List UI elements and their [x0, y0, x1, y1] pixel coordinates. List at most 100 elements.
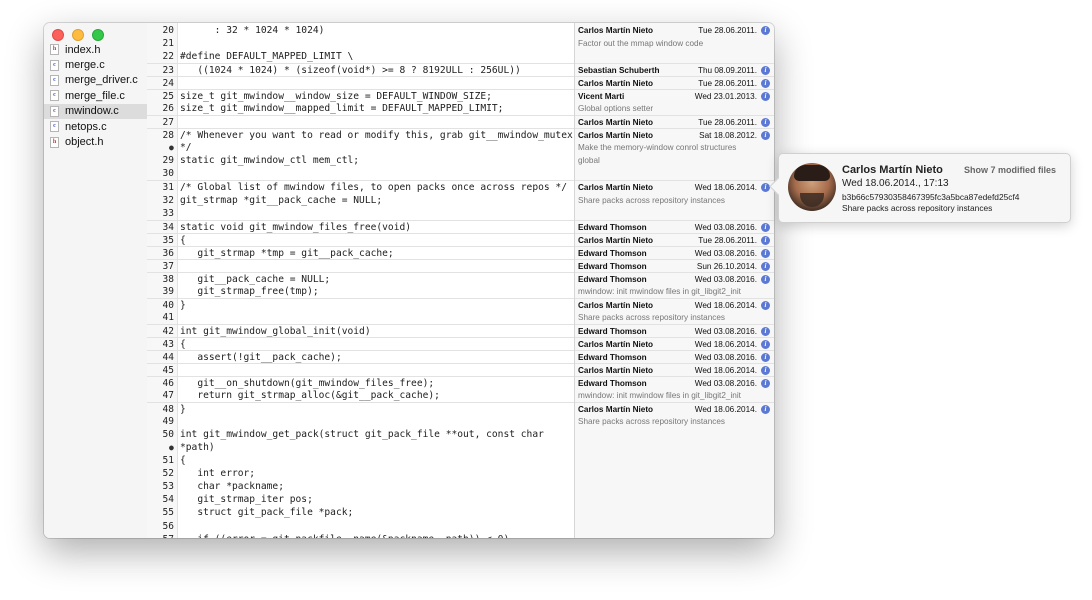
- line-number: 57: [163, 533, 174, 538]
- code-line-text: int git_mwindow_global_init(void): [180, 325, 371, 337]
- sidebar-file-item[interactable]: h object.h: [44, 134, 147, 149]
- info-icon[interactable]: i: [761, 222, 770, 232]
- code-line[interactable]: #define DEFAULT_MAPPED_LIMIT \: [178, 50, 574, 63]
- info-icon[interactable]: i: [761, 248, 770, 258]
- info-icon[interactable]: i: [761, 326, 770, 336]
- code-line[interactable]: [178, 415, 574, 428]
- code-line[interactable]: [178, 167, 574, 180]
- info-icon[interactable]: i: [761, 235, 770, 245]
- code-line[interactable]: {: [178, 232, 574, 247]
- code-line-text: {: [180, 338, 186, 350]
- info-icon[interactable]: i: [761, 353, 770, 362]
- code-line[interactable]: *path): [178, 441, 574, 454]
- code-editor[interactable]: : 32 * 1024 * 1024) #define DEFAULT_MAPPE…: [178, 23, 574, 538]
- info-icon[interactable]: i: [761, 183, 770, 193]
- code-line[interactable]: [178, 76, 574, 90]
- info-icon[interactable]: i: [761, 261, 770, 271]
- info-icon[interactable]: i: [761, 92, 770, 102]
- minimize-button[interactable]: [72, 29, 84, 41]
- code-line[interactable]: return git_strmap_alloc(&git__pack_cache…: [178, 389, 574, 402]
- blame-entry[interactable]: Carlos Martín Nieto Tue 28.06.2011. i: [575, 232, 774, 247]
- sidebar-file-label: merge_driver.c: [65, 74, 138, 87]
- code-line[interactable]: }: [178, 402, 574, 416]
- code-line[interactable]: [178, 207, 574, 220]
- info-icon[interactable]: i: [761, 26, 770, 35]
- blame-entry[interactable]: Edward Thomson Wed 03.08.2016. i: [575, 323, 774, 338]
- info-icon[interactable]: i: [761, 366, 770, 376]
- code-line[interactable]: : 32 * 1024 * 1024): [178, 24, 574, 37]
- code-line[interactable]: if ((error = git_packfile__name(&packnam…: [178, 533, 574, 538]
- code-line-text: */: [180, 142, 192, 154]
- sidebar-file-item[interactable]: h index.h: [44, 42, 147, 57]
- blame-entry[interactable]: Carlos Martín Nieto Wed 18.06.2014. i: [575, 180, 774, 194]
- code-line[interactable]: git_strmap *tmp = git__pack_cache;: [178, 245, 574, 260]
- show-modified-files-link[interactable]: Show 7 modified files: [964, 165, 1056, 175]
- code-line[interactable]: static git_mwindow_ctl mem_ctl;: [178, 154, 574, 167]
- info-icon[interactable]: i: [761, 379, 770, 389]
- code-line-text: {: [180, 234, 186, 246]
- code-line[interactable]: static void git_mwindow_files_free(void): [178, 219, 574, 234]
- code-line[interactable]: int git_mwindow_get_pack(struct git_pack…: [178, 428, 574, 441]
- blame-entry[interactable]: Edward Thomson Wed 03.08.2016. i: [575, 376, 774, 390]
- info-icon[interactable]: i: [761, 339, 770, 349]
- sidebar-file-item[interactable]: c mwindow.c: [44, 103, 147, 119]
- info-icon[interactable]: i: [761, 79, 770, 89]
- gutter-row: 23: [147, 63, 177, 77]
- code-line[interactable]: int error;: [178, 467, 574, 480]
- sidebar-file-item[interactable]: c netops.c: [44, 119, 147, 134]
- code-line[interactable]: [178, 311, 574, 324]
- code-line[interactable]: {: [178, 454, 574, 467]
- code-line[interactable]: [178, 520, 574, 533]
- info-icon[interactable]: i: [761, 131, 770, 141]
- blame-entry[interactable]: Carlos Martín Nieto Tue 28.06.2011. i: [575, 24, 774, 37]
- code-line[interactable]: {: [178, 336, 574, 351]
- close-button[interactable]: [52, 29, 64, 41]
- blame-entry[interactable]: Edward Thomson Wed 03.08.2016. i: [575, 271, 774, 286]
- code-line[interactable]: int git_mwindow_global_init(void): [178, 323, 574, 338]
- info-icon[interactable]: i: [761, 118, 770, 128]
- blame-message-row: Factor out the mmap window code: [575, 37, 774, 50]
- code-line[interactable]: }: [178, 297, 574, 312]
- code-line[interactable]: char *packname;: [178, 480, 574, 493]
- code-line[interactable]: size_t git_mwindow__mapped_limit = DEFAU…: [178, 102, 574, 115]
- sidebar-file-item[interactable]: c merge_driver.c: [44, 73, 147, 88]
- code-line[interactable]: /* Global list of mwindow files, to open…: [178, 180, 574, 194]
- code-line[interactable]: /* Whenever you want to read or modify t…: [178, 128, 574, 142]
- code-line[interactable]: ((1024 * 1024) * (sizeof(void*) >= 8 ? 8…: [178, 63, 574, 77]
- line-number: 41: [162, 311, 174, 323]
- code-line[interactable]: [178, 115, 574, 129]
- info-icon[interactable]: i: [761, 405, 770, 415]
- code-line[interactable]: [178, 363, 574, 377]
- blame-entry[interactable]: Carlos Martín Nieto Sat 18.08.2012. i: [575, 128, 774, 142]
- sidebar-file-item[interactable]: c merge_file.c: [44, 88, 147, 103]
- blame-entry[interactable]: Edward Thomson Wed 03.08.2016. i: [575, 245, 774, 260]
- code-line[interactable]: git_strmap_iter pos;: [178, 493, 574, 506]
- info-icon[interactable]: i: [761, 274, 770, 284]
- blame-entry[interactable]: Carlos Martín Nieto Tue 28.06.2011. i: [575, 76, 774, 90]
- info-icon[interactable]: i: [761, 66, 770, 76]
- code-line[interactable]: git__pack_cache = NULL;: [178, 271, 574, 286]
- code-line[interactable]: git__on_shutdown(git_mwindow_files_free)…: [178, 376, 574, 390]
- code-line[interactable]: size_t git_mwindow__window_size = DEFAUL…: [178, 89, 574, 103]
- code-line[interactable]: git_strmap *git__pack_cache = NULL;: [178, 194, 574, 207]
- blame-entry[interactable]: Carlos Martín Nieto Tue 28.06.2011. i: [575, 115, 774, 129]
- code-line[interactable]: */: [178, 141, 574, 154]
- info-icon[interactable]: i: [761, 300, 770, 310]
- blame-entry[interactable]: Carlos Martín Nieto Wed 18.06.2014. i: [575, 336, 774, 351]
- code-line[interactable]: [178, 37, 574, 50]
- blame-entry[interactable]: Sebastian Schuberth Thu 08.09.2011. i: [575, 63, 774, 77]
- blame-author: Sebastian Schuberth: [578, 66, 660, 76]
- zoom-button[interactable]: [92, 29, 104, 41]
- code-line[interactable]: struct git_pack_file *pack;: [178, 506, 574, 519]
- blame-entry[interactable]: Edward Thomson Wed 03.08.2016. i: [575, 350, 774, 364]
- code-line[interactable]: assert(!git__pack_cache);: [178, 350, 574, 364]
- code-line[interactable]: git_strmap_free(tmp);: [178, 285, 574, 298]
- code-line[interactable]: [178, 258, 574, 273]
- sidebar-file-item[interactable]: c merge.c: [44, 57, 147, 72]
- blame-entry[interactable]: Carlos Martín Nieto Wed 18.06.2014. i: [575, 402, 774, 416]
- blame-entry[interactable]: Carlos Martín Nieto Wed 18.06.2014. i: [575, 297, 774, 312]
- blame-entry[interactable]: Edward Thomson Wed 03.08.2016. i: [575, 219, 774, 234]
- blame-entry[interactable]: Vicent Marti Wed 23.01.2013. i: [575, 89, 774, 103]
- blame-entry[interactable]: Edward Thomson Sun 26.10.2014. i: [575, 258, 774, 273]
- blame-entry[interactable]: Carlos Martín Nieto Wed 18.06.2014. i: [575, 363, 774, 377]
